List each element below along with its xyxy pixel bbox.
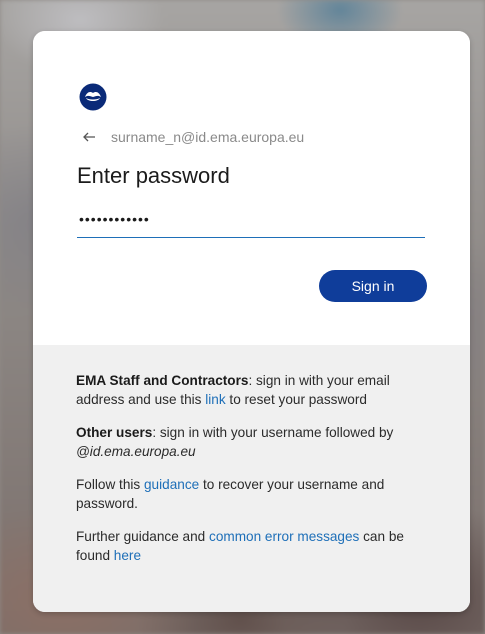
- help-other-users-text: : sign in with your username followed by: [152, 425, 394, 440]
- page-title: Enter password: [77, 163, 230, 188]
- here-link[interactable]: here: [114, 548, 141, 563]
- help-further-text: Further guidance and: [76, 529, 210, 544]
- identity-email: surname_n@id.ema.europa.eu: [111, 129, 305, 145]
- help-staff-paragraph: EMA Staff and Contractors: sign in with …: [76, 371, 426, 409]
- help-staff-text-end: to reset your password: [225, 392, 367, 407]
- common-error-messages-link[interactable]: common error messages: [209, 529, 359, 544]
- sign-in-button[interactable]: Sign in: [319, 270, 427, 302]
- organization-logo-icon: [79, 83, 107, 111]
- help-section: EMA Staff and Contractors : sign in with …: [33, 345, 470, 612]
- help-other-users-paragraph: Other users: sign in with your username …: [76, 423, 426, 461]
- sign-in-card: surname_n@id.ema.europa.eu Enter passwor…: [33, 31, 470, 612]
- guidance-link[interactable]: guidance: [144, 477, 199, 492]
- help-recover-paragraph: Follow this guidance to recover your use…: [76, 475, 426, 513]
- help-domain-suffix: @id.ema.europa.eu: [76, 444, 196, 459]
- help-further-paragraph: Further guidance and common error messag…: [76, 527, 426, 565]
- help-recover-text: Follow this: [76, 477, 144, 492]
- identity-row: surname_n@id.ema.europa.eu: [81, 129, 304, 145]
- help-other-users-heading: Other users: [76, 425, 153, 440]
- sign-in-form: surname_n@id.ema.europa.eu Enter passwor…: [33, 31, 470, 345]
- password-input[interactable]: [77, 204, 427, 234]
- back-arrow-icon[interactable]: [81, 129, 97, 145]
- help-staff-heading: EMA Staff and Contractors: [76, 373, 249, 388]
- reset-password-link[interactable]: link: [205, 392, 225, 407]
- password-field-wrapper: [77, 204, 427, 238]
